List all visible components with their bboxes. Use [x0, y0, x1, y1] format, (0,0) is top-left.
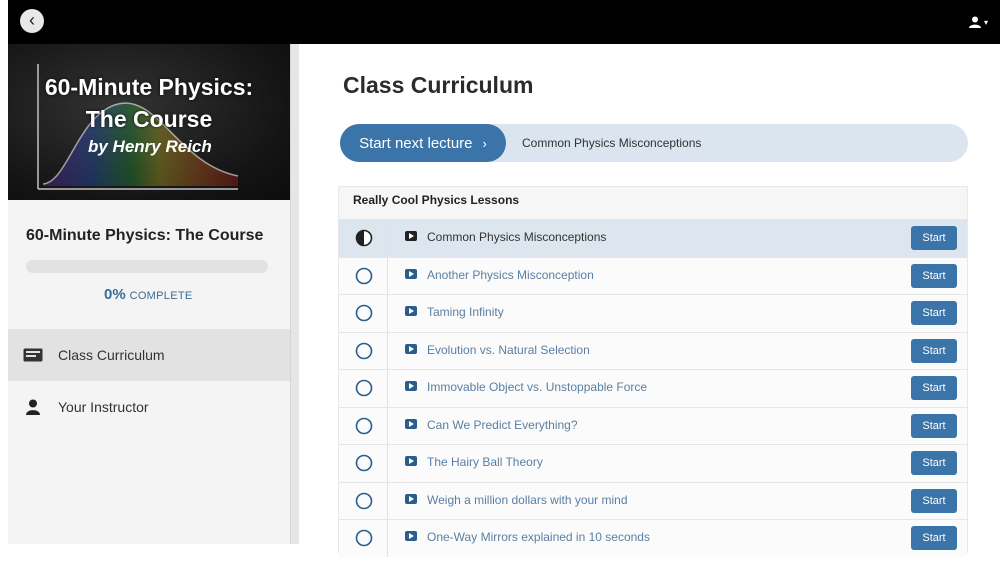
lecture-row[interactable]: Another Physics Misconception Start	[339, 256, 967, 294]
nav-label: Your Instructor	[58, 399, 149, 415]
row-divider	[387, 220, 388, 257]
start-button[interactable]: Start	[911, 226, 957, 250]
section-title: Really Cool Physics Lessons	[353, 193, 520, 207]
main-content: Class Curriculum Start next lecture › Co…	[305, 44, 1000, 561]
lecture-row[interactable]: Evolution vs. Natural Selection Start	[339, 331, 967, 369]
lecture-title[interactable]: Weigh a million dollars with your mind	[427, 493, 628, 507]
video-icon	[405, 231, 417, 241]
video-icon	[405, 493, 417, 504]
nav-item-your-instructor[interactable]: Your Instructor	[8, 381, 290, 433]
start-button[interactable]: Start	[911, 488, 957, 513]
empty-circle-status-icon	[355, 529, 373, 547]
progress-label: COMPLETE	[129, 290, 193, 302]
page-title: Class Curriculum	[343, 72, 534, 98]
video-icon	[405, 456, 417, 466]
start-button[interactable]: Start	[911, 413, 957, 438]
back-button[interactable]: ‹	[20, 9, 44, 33]
empty-circle-status-icon	[355, 304, 373, 322]
row-divider	[387, 445, 388, 482]
video-icon	[405, 343, 417, 354]
start-button[interactable]: Start	[911, 526, 957, 550]
start-button[interactable]: Start	[911, 301, 957, 325]
empty-circle-status-icon	[355, 342, 373, 360]
row-divider	[387, 370, 388, 407]
curriculum-section: Really Cool Physics Lessons Common Physi…	[338, 186, 968, 557]
chevron-right-icon: ›	[482, 135, 487, 151]
video-icon	[405, 306, 417, 316]
lecture-title[interactable]: Evolution vs. Natural Selection	[427, 343, 590, 357]
row-divider	[387, 257, 388, 294]
lecture-title[interactable]: Common Physics Misconceptions	[427, 230, 606, 244]
row-divider	[387, 520, 388, 557]
empty-circle-status-icon	[355, 267, 373, 285]
lecture-title[interactable]: Taming Infinity	[427, 305, 504, 319]
row-divider	[387, 407, 388, 444]
sidebar: 60-Minute Physics: The Course by Henry R…	[8, 44, 290, 544]
top-bar: ‹ ▾	[8, 0, 1000, 44]
hero-author: by Henry Reich	[88, 137, 212, 156]
next-lecture-title: Common Physics Misconceptions	[522, 136, 702, 150]
lecture-title[interactable]: Another Physics Misconception	[427, 268, 594, 282]
video-icon	[405, 381, 417, 391]
video-icon	[405, 268, 417, 279]
lecture-title[interactable]: The Hairy Ball Theory	[427, 455, 543, 469]
lecture-title[interactable]: Immovable Object vs. Unstoppable Force	[427, 380, 647, 394]
next-lecture-bar: Start next lecture › Common Physics Misc…	[340, 124, 968, 162]
user-icon	[22, 399, 44, 415]
start-button[interactable]: Start	[911, 451, 957, 475]
progress-text: 0% COMPLETE	[104, 286, 193, 303]
hero-title: 60-Minute Physics: The Course	[44, 74, 254, 132]
lecture-row[interactable]: One-Way Mirrors explained in 10 seconds S…	[339, 519, 967, 557]
user-icon	[968, 16, 981, 28]
curriculum-icon	[22, 348, 44, 362]
progress-bar	[26, 260, 268, 273]
lecture-row[interactable]: Common Physics Misconceptions Start	[339, 219, 967, 257]
lecture-list: Common Physics Misconceptions Start Anothe…	[339, 219, 967, 557]
start-next-lecture-button[interactable]: Start next lecture ›	[340, 124, 506, 162]
start-button[interactable]: Start	[911, 338, 957, 363]
video-icon	[405, 418, 417, 429]
user-menu[interactable]: ▾	[968, 14, 988, 28]
lecture-row[interactable]: Weigh a million dollars with your mind St…	[339, 481, 967, 519]
lecture-row[interactable]: Taming Infinity Start	[339, 294, 967, 332]
lecture-title[interactable]: Can We Predict Everything?	[427, 418, 578, 432]
nav-label: Class Curriculum	[58, 347, 165, 363]
empty-circle-status-icon	[355, 454, 373, 472]
empty-circle-status-icon	[355, 417, 373, 435]
row-divider	[387, 482, 388, 519]
caret-down-icon: ▾	[983, 18, 988, 27]
course-name: 60-Minute Physics: The Course	[26, 227, 264, 244]
nav-item-class-curriculum[interactable]: Class Curriculum	[8, 329, 290, 381]
start-button[interactable]: Start	[911, 376, 957, 400]
lecture-row[interactable]: The Hairy Ball Theory Start	[339, 444, 967, 482]
course-hero-image: 60-Minute Physics: The Course by Henry R…	[8, 44, 290, 200]
half-circle-progress-icon	[355, 229, 373, 247]
sidebar-scrollbar[interactable]	[290, 44, 299, 544]
start-next-lecture-label: Start next lecture	[359, 134, 473, 152]
row-divider	[387, 295, 388, 332]
start-button[interactable]: Start	[911, 263, 957, 288]
lecture-row[interactable]: Immovable Object vs. Unstoppable Force St…	[339, 369, 967, 407]
empty-circle-status-icon	[355, 492, 373, 510]
chevron-left-icon: ‹	[29, 10, 35, 30]
row-divider	[387, 332, 388, 369]
lecture-title[interactable]: One-Way Mirrors explained in 10 seconds	[427, 530, 650, 544]
progress-percent: 0%	[104, 286, 126, 303]
empty-circle-status-icon	[355, 379, 373, 397]
video-icon	[405, 531, 417, 541]
lecture-row[interactable]: Can We Predict Everything? Start	[339, 406, 967, 444]
